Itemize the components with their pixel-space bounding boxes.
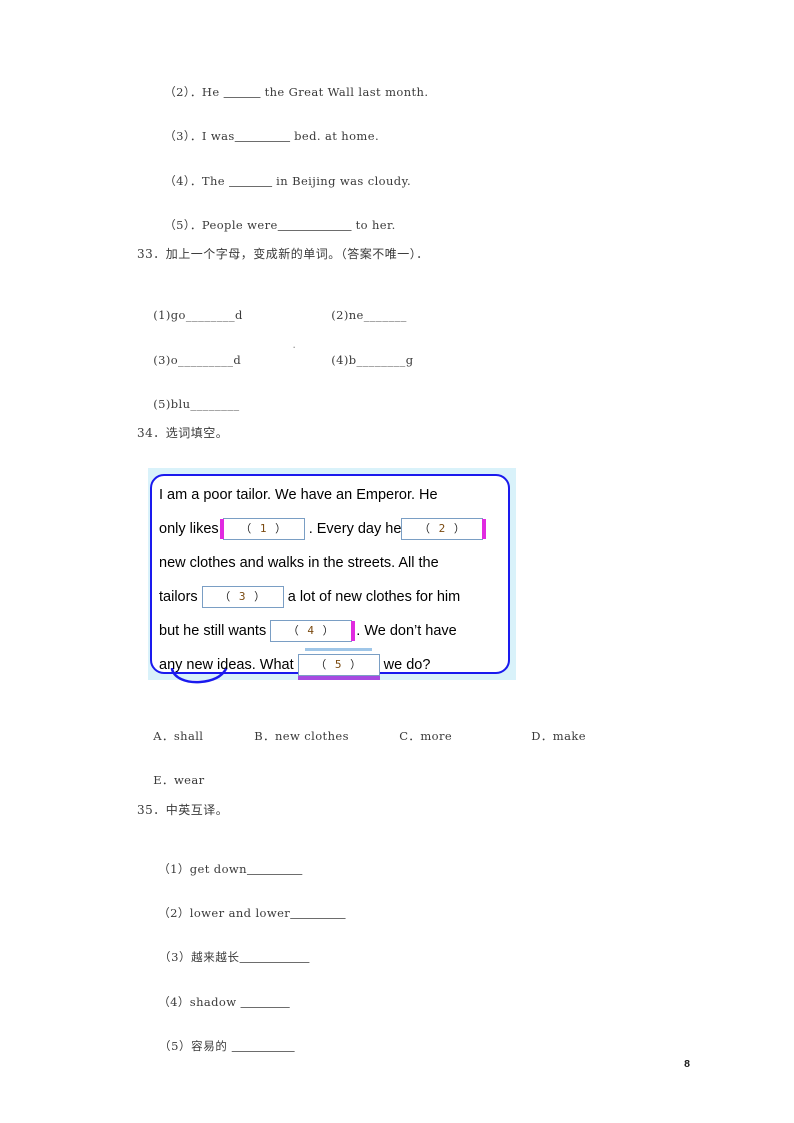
option-a[interactable]: A．shall	[137, 712, 203, 760]
passage-text: I am a poor tailor. We have an Emperor. …	[159, 478, 499, 682]
option-text: more	[420, 729, 453, 743]
answer-blank[interactable]: _________	[247, 862, 302, 876]
section-33-item-5[interactable]: (5)blu________	[137, 380, 240, 428]
section-33-item-3[interactable]: (3)o_________d	[137, 336, 241, 384]
answer-field-2[interactable]: （ 2 ）	[401, 518, 487, 540]
item-label: (1)	[153, 308, 171, 322]
item-number: （2）．	[164, 85, 202, 99]
passage-segment: any new ideas. What	[159, 657, 298, 673]
option-e[interactable]: E．wear	[137, 756, 205, 804]
option-letter: C．	[399, 729, 421, 743]
fill-blank-item-3: （3）．I was_________ bed. at home.	[148, 112, 379, 160]
passage-speech-bubble: I am a poor tailor. We have an Emperor. …	[148, 468, 516, 684]
item-text-after: in Beijing was cloudy.	[272, 174, 411, 188]
option-text: wear	[173, 773, 205, 787]
item-text-before: The	[201, 174, 230, 188]
answer-field-1[interactable]: （ 1 ）	[219, 518, 305, 540]
fill-blank-item-2: （2）．He ______ the Great Wall last month.	[148, 68, 428, 116]
item-label: (3)	[153, 353, 171, 367]
answer-blank[interactable]: _________	[235, 129, 290, 143]
item-number: （5）．	[164, 218, 202, 232]
item-text: 越来越长	[191, 950, 240, 964]
item-number: （2）	[158, 906, 190, 920]
section-35-item-5[interactable]: （5）容易的 ________＿	[142, 1022, 295, 1070]
item-text: lower and lower	[189, 906, 291, 920]
item-number: （4）	[158, 995, 190, 1009]
item-number: （5）	[159, 1039, 192, 1053]
item-body: ne_______	[348, 308, 407, 322]
option-text: make	[552, 729, 586, 743]
item-text-after: to her.	[351, 218, 396, 232]
section-33-item-4[interactable]: (4)b________g	[315, 336, 413, 384]
page-number: 8	[684, 1058, 690, 1070]
option-letter: D．	[531, 729, 553, 743]
item-text: get down	[189, 862, 247, 876]
passage-line-2: only likes （ 1 ） . Every day he （ 2 ）	[159, 512, 499, 546]
item-text-after: bed. at home.	[290, 129, 380, 143]
answer-field-3[interactable]: （ 3 ）	[201, 586, 284, 608]
passage-segment: new clothes and walks in the streets. Al…	[159, 555, 439, 571]
item-number: （3）	[159, 950, 192, 964]
passage-line-3: new clothes and walks in the streets. Al…	[159, 546, 499, 580]
passage-segment: tailors	[159, 589, 202, 605]
passage-line-5: but he still wants （ 4 ） . We don’t have	[159, 614, 499, 648]
option-letter: B．	[254, 729, 275, 743]
answer-field-4[interactable]: （ 4 ）	[270, 620, 356, 642]
passage-segment: . Every day he	[304, 521, 402, 537]
option-letter: A．	[153, 729, 174, 743]
document-page: （2）．He ______ the Great Wall last month.…	[0, 0, 794, 1123]
section-35-heading: 35．中英互译。	[137, 803, 229, 817]
answer-blank[interactable]: ___________	[240, 950, 310, 964]
item-label: (4)	[331, 353, 349, 367]
option-d[interactable]: D．make	[515, 712, 586, 760]
section-35-item-4[interactable]: （4）shadow ________	[142, 978, 290, 1026]
passage-segment: I am a poor tailor. We have an Emperor. …	[159, 487, 438, 503]
item-body: b________g	[348, 353, 414, 367]
section-33-heading: 33．加上一个字母，变成新的单词。（答案不唯一）．	[137, 247, 429, 261]
section-33-item-1[interactable]: (1)go________d	[137, 291, 243, 339]
item-number: （4）．	[164, 174, 202, 188]
item-text: shadow	[189, 995, 241, 1009]
option-text: shall	[173, 729, 204, 743]
passage-segment: a lot of new clothes for him	[283, 589, 461, 605]
section-35-item-3[interactable]: （3）越来越长___________	[142, 933, 309, 981]
item-text: 容易的	[191, 1039, 232, 1053]
answer-blank[interactable]: _________	[290, 906, 345, 920]
item-number: （3）．	[164, 129, 202, 143]
passage-segment: we do?	[379, 657, 431, 673]
passage-segment: but he still wants	[159, 623, 271, 639]
passage-segment: only likes	[159, 521, 223, 537]
item-number: （1）	[158, 862, 190, 876]
passage-line-1: I am a poor tailor. We have an Emperor. …	[159, 478, 499, 512]
item-text-before: He	[201, 85, 224, 99]
section-34-heading: 34．选词填空。	[137, 426, 229, 440]
fill-blank-item-5: （5）．People were____________ to her.	[148, 201, 396, 249]
answer-blank[interactable]: ____________	[278, 218, 352, 232]
answer-blank[interactable]: _______	[229, 174, 272, 188]
fill-blank-item-4: （4）．The _______ in Beijing was cloudy.	[148, 157, 411, 205]
item-body: blu________	[170, 397, 240, 411]
option-c[interactable]: C．more	[383, 712, 452, 760]
passage-segment: . We don’t have	[352, 623, 457, 639]
item-text-after: the Great Wall last month.	[260, 85, 429, 99]
item-body: o_________d	[170, 353, 242, 367]
section-35-item-2[interactable]: （2）lower and lower_________	[142, 889, 346, 937]
passage-line-4: tailors （ 3 ） a lot of new clothes for h…	[159, 580, 499, 614]
section-35-item-1[interactable]: （1）get down_________	[142, 845, 302, 893]
option-b[interactable]: B．new clothes	[238, 712, 349, 760]
answer-field-5[interactable]: （ 5 ）	[297, 648, 380, 676]
item-text-before: People were	[201, 218, 278, 232]
item-text-before: I was	[201, 129, 235, 143]
section-33-stray-period: ．	[292, 341, 302, 351]
item-label: (5)	[153, 397, 171, 411]
option-text: new clothes	[275, 729, 349, 743]
option-letter: E．	[153, 773, 174, 787]
answer-blank[interactable]: ________	[241, 995, 290, 1009]
answer-blank[interactable]: ______	[224, 85, 261, 99]
item-body: go________d	[170, 308, 243, 322]
section-33-item-2[interactable]: (2)ne_______	[315, 291, 407, 339]
passage-line-6: any new ideas. What （ 5 ） we do?	[159, 648, 499, 682]
item-label: (2)	[331, 308, 349, 322]
answer-blank[interactable]: ________＿	[232, 1039, 295, 1053]
